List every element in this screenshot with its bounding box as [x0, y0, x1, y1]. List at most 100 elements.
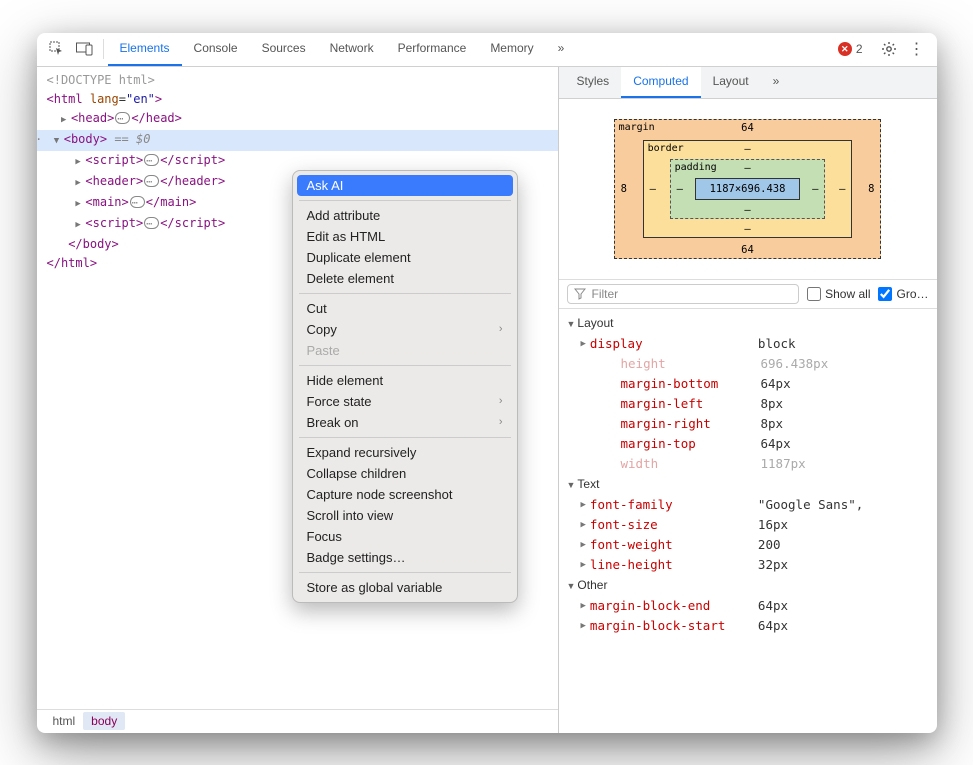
prop-value: 696.438px — [761, 354, 829, 374]
chevron-right-icon: › — [499, 395, 503, 407]
ctx-item-capture-node-screenshot[interactable]: Capture node screenshot — [297, 484, 513, 505]
tab-memory[interactable]: Memory — [478, 33, 545, 67]
chevron-right-icon: ▶ — [567, 555, 590, 575]
group-other[interactable]: ▼Other — [567, 575, 929, 596]
show-all-label: Show all — [825, 287, 870, 301]
prop-value: block — [758, 334, 796, 354]
gear-icon[interactable] — [879, 39, 899, 59]
ctx-item-add-attribute[interactable]: Add attribute — [297, 205, 513, 226]
ctx-item-delete-element[interactable]: Delete element — [297, 268, 513, 289]
ctx-item-store-as-global-variable[interactable]: Store as global variable — [297, 577, 513, 598]
padding-top: – — [744, 162, 750, 174]
prop-name: margin-left — [593, 394, 761, 414]
padding-right: – — [812, 183, 818, 195]
selected-node[interactable]: ▼<body> == $0 — [37, 130, 558, 151]
ctx-item-badge-settings-[interactable]: Badge settings… — [297, 547, 513, 568]
margin-right: 8 — [868, 183, 874, 195]
ctx-separator — [299, 200, 511, 201]
tab-network[interactable]: Network — [318, 33, 386, 67]
group-checkbox[interactable]: Gro… — [878, 287, 928, 301]
prop-font-size[interactable]: ▶font-size16px — [567, 515, 929, 535]
tab-styles[interactable]: Styles — [565, 67, 622, 99]
device-icon[interactable] — [75, 39, 95, 59]
tab-computed[interactable]: Computed — [621, 67, 700, 99]
ctx-item-ask-ai[interactable]: Ask AI — [297, 175, 513, 196]
prop-margin-right[interactable]: margin-right8px — [567, 414, 929, 434]
chevron-right-icon: ▶ — [567, 616, 590, 636]
ctx-separator — [299, 437, 511, 438]
ctx-separator — [299, 572, 511, 573]
prop-value: "Google Sans", — [758, 495, 863, 515]
prop-font-weight[interactable]: ▶font-weight200 — [567, 535, 929, 555]
prop-value: 8px — [761, 394, 784, 414]
tab-elements[interactable]: Elements — [108, 33, 182, 67]
devtools-window: Elements Console Sources Network Perform… — [37, 33, 937, 733]
group-layout[interactable]: ▼Layout — [567, 313, 929, 334]
tab-layout[interactable]: Layout — [701, 67, 761, 99]
prop-margin-bottom[interactable]: margin-bottom64px — [567, 374, 929, 394]
prop-name: margin-top — [593, 434, 761, 454]
prop-font-family[interactable]: ▶font-family"Google Sans", — [567, 495, 929, 515]
prop-margin-left[interactable]: margin-left8px — [567, 394, 929, 414]
prop-name: height — [593, 354, 761, 374]
crumb-body[interactable]: body — [83, 712, 125, 730]
ctx-item-expand-recursively[interactable]: Expand recursively — [297, 442, 513, 463]
prop-name: font-weight — [590, 535, 758, 555]
border-bottom: – — [744, 223, 750, 235]
prop-name: line-height — [590, 555, 758, 575]
ctx-item-collapse-children[interactable]: Collapse children — [297, 463, 513, 484]
ctx-item-cut[interactable]: Cut — [297, 298, 513, 319]
breadcrumb: html body — [37, 709, 558, 733]
tab-performance[interactable]: Performance — [386, 33, 479, 67]
ctx-item-duplicate-element[interactable]: Duplicate element — [297, 247, 513, 268]
prop-name: font-size — [590, 515, 758, 535]
group-input[interactable] — [878, 287, 892, 301]
error-number: 2 — [856, 42, 863, 56]
ctx-item-scroll-into-view[interactable]: Scroll into view — [297, 505, 513, 526]
ctx-item-hide-element[interactable]: Hide element — [297, 370, 513, 391]
ctx-item-copy[interactable]: Copy› — [297, 319, 513, 340]
tab-overflow[interactable]: » — [546, 33, 577, 67]
kebab-icon[interactable]: ⋮ — [907, 39, 927, 59]
funnel-icon — [574, 288, 586, 300]
border-label: border — [648, 143, 684, 154]
prop-margin-top[interactable]: margin-top64px — [567, 434, 929, 454]
chevron-right-icon: ▶ — [567, 535, 590, 555]
margin-label: margin — [619, 122, 655, 133]
prop-name: display — [590, 334, 758, 354]
border-top: – — [744, 143, 750, 155]
prop-value: 64px — [761, 434, 791, 454]
show-all-checkbox[interactable]: Show all — [807, 287, 870, 301]
chevron-right-icon: ▶ — [567, 334, 590, 354]
crumb-html[interactable]: html — [45, 712, 84, 730]
prop-margin-block-start[interactable]: ▶margin-block-start64px — [567, 616, 929, 636]
inspect-icon[interactable] — [47, 39, 67, 59]
filter-input[interactable]: Filter — [567, 284, 800, 304]
ctx-item-edit-as-html[interactable]: Edit as HTML — [297, 226, 513, 247]
prop-display[interactable]: ▶displayblock — [567, 334, 929, 354]
ctx-item-force-state[interactable]: Force state› — [297, 391, 513, 412]
padding-label: padding — [675, 162, 717, 173]
divider — [103, 39, 104, 59]
tab-overflow[interactable]: » — [761, 67, 792, 99]
ctx-separator — [299, 293, 511, 294]
prop-value: 64px — [758, 616, 788, 636]
chevron-right-icon: ▶ — [567, 596, 590, 616]
prop-width[interactable]: width1187px — [567, 454, 929, 474]
error-count[interactable]: ✕ 2 — [838, 42, 863, 56]
elements-panel: <!DOCTYPE html> <html lang="en"> ▶<head>… — [37, 67, 559, 733]
tab-console[interactable]: Console — [182, 33, 250, 67]
prop-height[interactable]: height696.438px — [567, 354, 929, 374]
ctx-item-break-on[interactable]: Break on› — [297, 412, 513, 433]
ctx-item-focus[interactable]: Focus — [297, 526, 513, 547]
prop-margin-block-end[interactable]: ▶margin-block-end64px — [567, 596, 929, 616]
padding-bottom: – — [744, 204, 750, 216]
chevron-right-icon: ▶ — [567, 515, 590, 535]
content-size: 1187×696.438 — [695, 178, 801, 200]
prop-value: 200 — [758, 535, 781, 555]
group-text[interactable]: ▼Text — [567, 474, 929, 495]
prop-line-height[interactable]: ▶line-height32px — [567, 555, 929, 575]
show-all-input[interactable] — [807, 287, 821, 301]
tab-sources[interactable]: Sources — [250, 33, 318, 67]
computed-properties[interactable]: ▼Layout▶displayblockheight696.438pxmargi… — [559, 309, 937, 733]
